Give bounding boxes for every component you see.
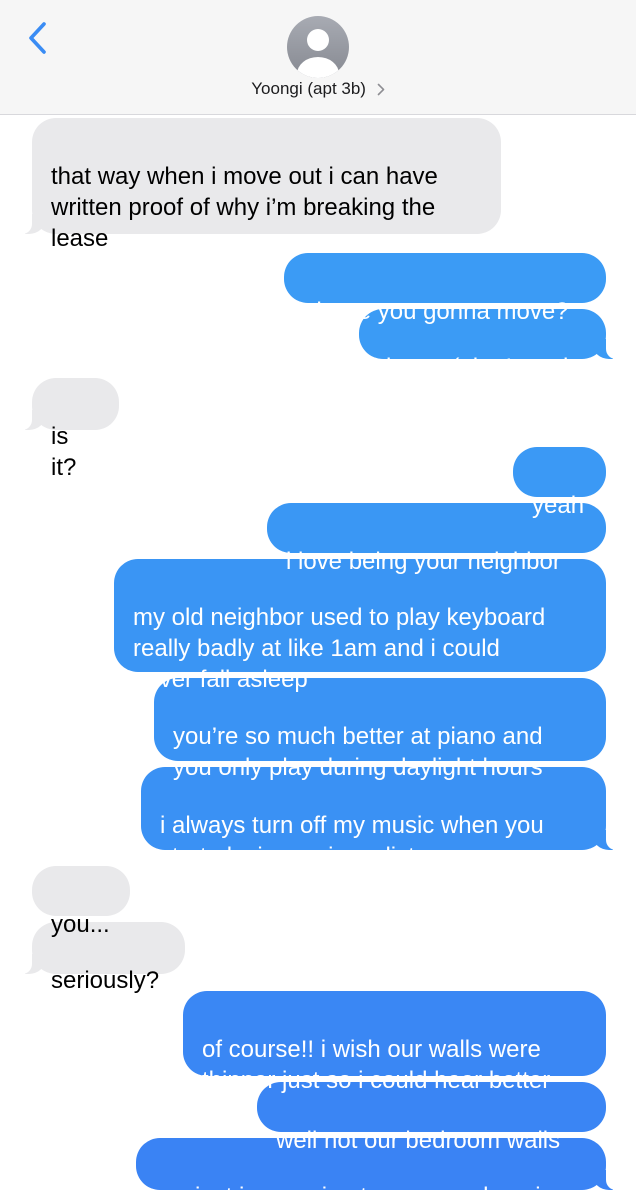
message-bubble-outgoing[interactable]: of course!! i wish our walls were thinne…	[183, 991, 606, 1094]
message-text: um just in case i get possessed again	[155, 1183, 554, 1200]
message-text: well not our bedroom walls	[276, 1127, 561, 1154]
message-bubble-outgoing[interactable]: my old neighbor used to play keyboard re…	[114, 559, 606, 693]
message-text: you...	[51, 911, 110, 938]
contact-name: Yoongi (apt 3b)	[251, 79, 366, 98]
message-bubble-incoming[interactable]: is it?	[22, 378, 119, 481]
message-bubble-outgoing[interactable]: oh are you gonna move?	[284, 253, 606, 325]
contact-avatar[interactable]	[287, 16, 349, 78]
messages-screen: that way when i move out i can have writ…	[0, 0, 636, 1200]
back-button[interactable]	[20, 18, 56, 58]
message-text: i always turn off my music when you star…	[160, 812, 544, 870]
message-bubble-incoming[interactable]: you...	[32, 866, 130, 938]
message-text: damn :( that’s sad	[378, 354, 569, 381]
conversation-header: Yoongi (apt 3b)	[0, 0, 636, 115]
message-text: you’re so much better at piano and you o…	[173, 723, 543, 781]
message-text: that way when i move out i can have writ…	[51, 163, 438, 252]
message-text: yeah	[532, 492, 585, 519]
message-bubble-outgoing[interactable]: yeah	[513, 447, 606, 519]
message-text: oh are you gonna move?	[303, 298, 569, 325]
message-text: i love being your neighbor	[286, 548, 561, 575]
message-text: is it?	[51, 423, 77, 481]
chevron-right-icon	[377, 83, 385, 96]
message-text: of course!! i wish our walls were thinne…	[202, 1036, 551, 1094]
message-thread[interactable]: that way when i move out i can have writ…	[0, 0, 636, 1200]
person-silhouette-icon	[297, 29, 339, 78]
message-text: seriously?	[51, 967, 160, 994]
contact-details-button[interactable]: Yoongi (apt 3b)	[0, 78, 636, 100]
message-bubble-incoming[interactable]: that way when i move out i can have writ…	[22, 118, 501, 252]
chevron-left-icon	[29, 22, 46, 54]
